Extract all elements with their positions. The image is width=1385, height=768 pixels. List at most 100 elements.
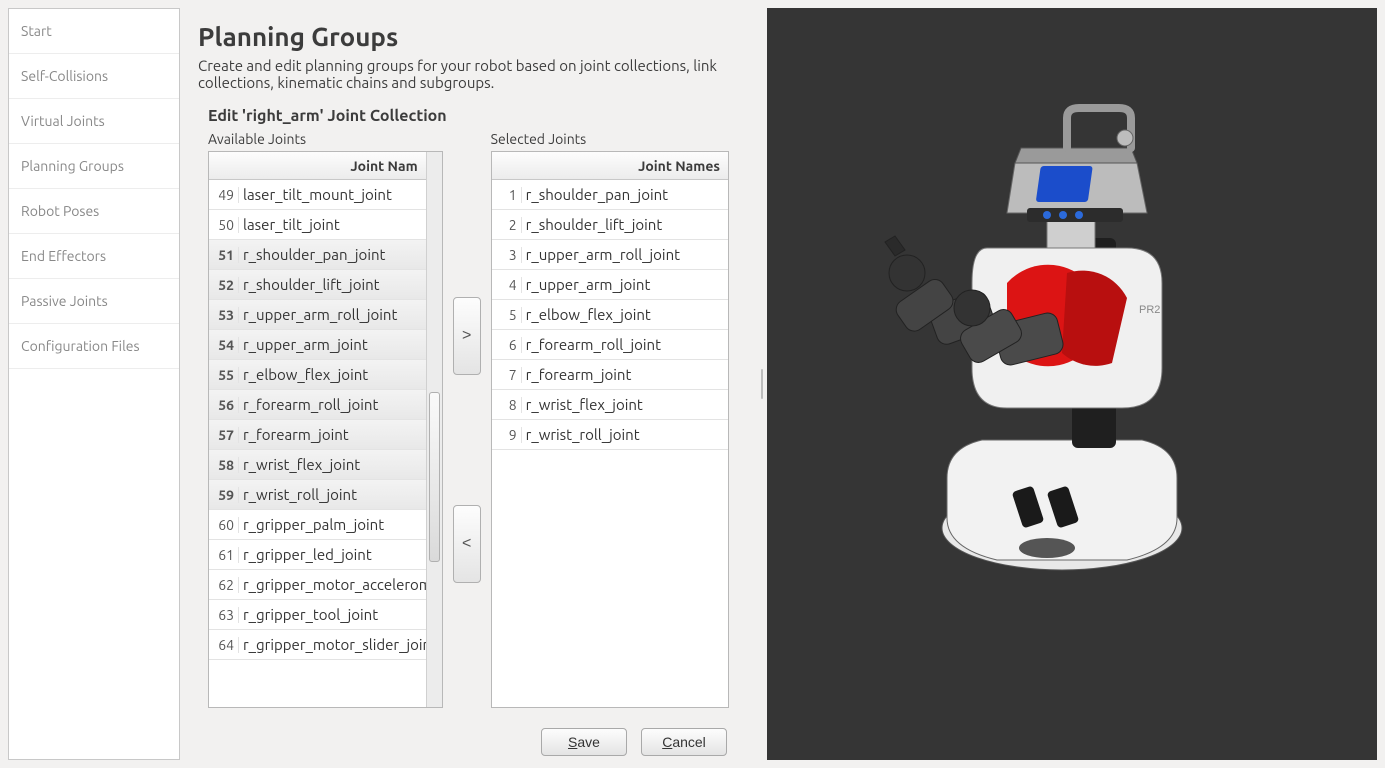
selected-header[interactable]: Joint Names — [522, 158, 728, 174]
table-row[interactable]: 64r_gripper_motor_slider_joint — [209, 630, 426, 660]
joint-name: r_elbow_flex_joint — [522, 306, 728, 323]
row-index: 59 — [209, 487, 239, 503]
joint-name: r_forearm_roll_joint — [522, 336, 728, 353]
row-index: 62 — [209, 577, 239, 593]
row-index: 2 — [492, 217, 522, 233]
table-row[interactable]: 2r_shoulder_lift_joint — [492, 210, 728, 240]
table-row[interactable]: 50laser_tilt_joint — [209, 210, 426, 240]
available-header[interactable]: Joint Nam — [239, 158, 426, 174]
row-index: 53 — [209, 307, 239, 323]
table-row[interactable]: 8r_wrist_flex_joint — [492, 390, 728, 420]
row-index: 60 — [209, 517, 239, 533]
joint-name: r_wrist_roll_joint — [239, 486, 426, 503]
joint-name: r_gripper_motor_slider_joint — [239, 636, 426, 653]
table-row[interactable]: 3r_upper_arm_roll_joint — [492, 240, 728, 270]
joint-name: r_upper_arm_joint — [522, 276, 728, 293]
table-row[interactable]: 7r_forearm_joint — [492, 360, 728, 390]
row-index: 6 — [492, 337, 522, 353]
table-row[interactable]: 49laser_tilt_mount_joint — [209, 180, 426, 210]
edit-collection-label: Edit 'right_arm' Joint Collection — [208, 107, 729, 125]
add-joint-button[interactable]: > — [453, 297, 481, 375]
row-index: 64 — [209, 637, 239, 653]
cancel-button[interactable]: Cancel — [641, 728, 727, 756]
table-row[interactable]: 57r_forearm_joint — [209, 420, 426, 450]
joint-name: r_shoulder_pan_joint — [522, 186, 728, 203]
row-index: 9 — [492, 427, 522, 443]
robot-3d-viewer[interactable]: PR2 — [767, 8, 1377, 760]
joint-name: laser_tilt_mount_joint — [239, 186, 426, 203]
joint-name: laser_tilt_joint — [239, 216, 426, 233]
table-row[interactable]: 54r_upper_arm_joint — [209, 330, 426, 360]
table-row[interactable]: 61r_gripper_led_joint — [209, 540, 426, 570]
table-row[interactable]: 60r_gripper_palm_joint — [209, 510, 426, 540]
joint-name: r_upper_arm_joint — [239, 336, 426, 353]
pane-splitter[interactable] — [759, 8, 765, 760]
selected-joints-column: Selected Joints Joint Names 1r_shoulder_… — [491, 131, 729, 708]
available-joints-table[interactable]: Joint Nam 49laser_tilt_mount_joint50lase… — [209, 152, 426, 707]
row-index: 51 — [209, 247, 239, 263]
joint-name: r_wrist_flex_joint — [522, 396, 728, 413]
table-row[interactable]: 53r_upper_arm_roll_joint — [209, 300, 426, 330]
save-button[interactable]: Save — [541, 728, 627, 756]
available-joints-label: Available Joints — [208, 131, 443, 147]
table-row[interactable]: 63r_gripper_tool_joint — [209, 600, 426, 630]
sidebar-item-passive-joints[interactable]: Passive Joints — [9, 279, 179, 324]
table-row[interactable]: 59r_wrist_roll_joint — [209, 480, 426, 510]
available-joints-column: Available Joints Joint Nam 49laser_tilt_… — [208, 131, 443, 708]
table-row[interactable]: 4r_upper_arm_joint — [492, 270, 728, 300]
sidebar-item-start[interactable]: Start — [9, 9, 179, 54]
sidebar-item-end-effectors[interactable]: End Effectors — [9, 234, 179, 279]
selected-joints-table[interactable]: Joint Names 1r_shoulder_pan_joint2r_shou… — [492, 152, 728, 707]
joint-name: r_gripper_motor_accelerometer — [239, 576, 426, 593]
table-row[interactable]: 51r_shoulder_pan_joint — [209, 240, 426, 270]
row-index: 7 — [492, 367, 522, 383]
row-index: 4 — [492, 277, 522, 293]
sidebar-item-configuration-files[interactable]: Configuration Files — [9, 324, 179, 369]
table-row[interactable]: 62r_gripper_motor_accelerometer — [209, 570, 426, 600]
table-row[interactable]: 9r_wrist_roll_joint — [492, 420, 728, 450]
main-panel: Planning Groups Create and edit planning… — [180, 0, 757, 768]
joint-name: r_upper_arm_roll_joint — [239, 306, 426, 323]
joint-name: r_forearm_joint — [522, 366, 728, 383]
joint-name: r_upper_arm_roll_joint — [522, 246, 728, 263]
row-index: 5 — [492, 307, 522, 323]
joint-name: r_wrist_roll_joint — [522, 426, 728, 443]
row-index: 57 — [209, 427, 239, 443]
sidebar-item-virtual-joints[interactable]: Virtual Joints — [9, 99, 179, 144]
row-index: 58 — [209, 457, 239, 473]
table-row[interactable]: 52r_shoulder_lift_joint — [209, 270, 426, 300]
joint-name: r_shoulder_pan_joint — [239, 246, 426, 263]
row-index: 63 — [209, 607, 239, 623]
row-index: 1 — [492, 187, 522, 203]
joint-name: r_wrist_flex_joint — [239, 456, 426, 473]
row-index: 54 — [209, 337, 239, 353]
joint-name: r_shoulder_lift_joint — [522, 216, 728, 233]
row-index: 61 — [209, 547, 239, 563]
table-row[interactable]: 5r_elbow_flex_joint — [492, 300, 728, 330]
table-row[interactable]: 1r_shoulder_pan_joint — [492, 180, 728, 210]
row-index: 50 — [209, 217, 239, 233]
sidebar-item-self-collisions[interactable]: Self-Collisions — [9, 54, 179, 99]
joint-name: r_forearm_joint — [239, 426, 426, 443]
robot-render: PR2 — [767, 8, 1377, 760]
joint-name: r_gripper_palm_joint — [239, 516, 426, 533]
sidebar-item-robot-poses[interactable]: Robot Poses — [9, 189, 179, 234]
selected-joints-label: Selected Joints — [491, 131, 729, 147]
joint-name: r_elbow_flex_joint — [239, 366, 426, 383]
row-index: 55 — [209, 367, 239, 383]
table-row[interactable]: 55r_elbow_flex_joint — [209, 360, 426, 390]
transfer-buttons: > < — [453, 131, 481, 708]
remove-joint-button[interactable]: < — [453, 505, 481, 583]
joint-name: r_forearm_roll_joint — [239, 396, 426, 413]
row-index: 3 — [492, 247, 522, 263]
available-scrollbar[interactable] — [426, 152, 442, 707]
table-row[interactable]: 56r_forearm_roll_joint — [209, 390, 426, 420]
page-subtitle: Create and edit planning groups for your… — [198, 57, 729, 91]
table-row[interactable]: 6r_forearm_roll_joint — [492, 330, 728, 360]
joint-name: r_shoulder_lift_joint — [239, 276, 426, 293]
sidebar: Start Self-Collisions Virtual Joints Pla… — [8, 8, 180, 760]
table-row[interactable]: 58r_wrist_flex_joint — [209, 450, 426, 480]
svg-text:PR2: PR2 — [1139, 304, 1160, 316]
joint-name: r_gripper_tool_joint — [239, 606, 426, 623]
sidebar-item-planning-groups[interactable]: Planning Groups — [9, 144, 179, 189]
